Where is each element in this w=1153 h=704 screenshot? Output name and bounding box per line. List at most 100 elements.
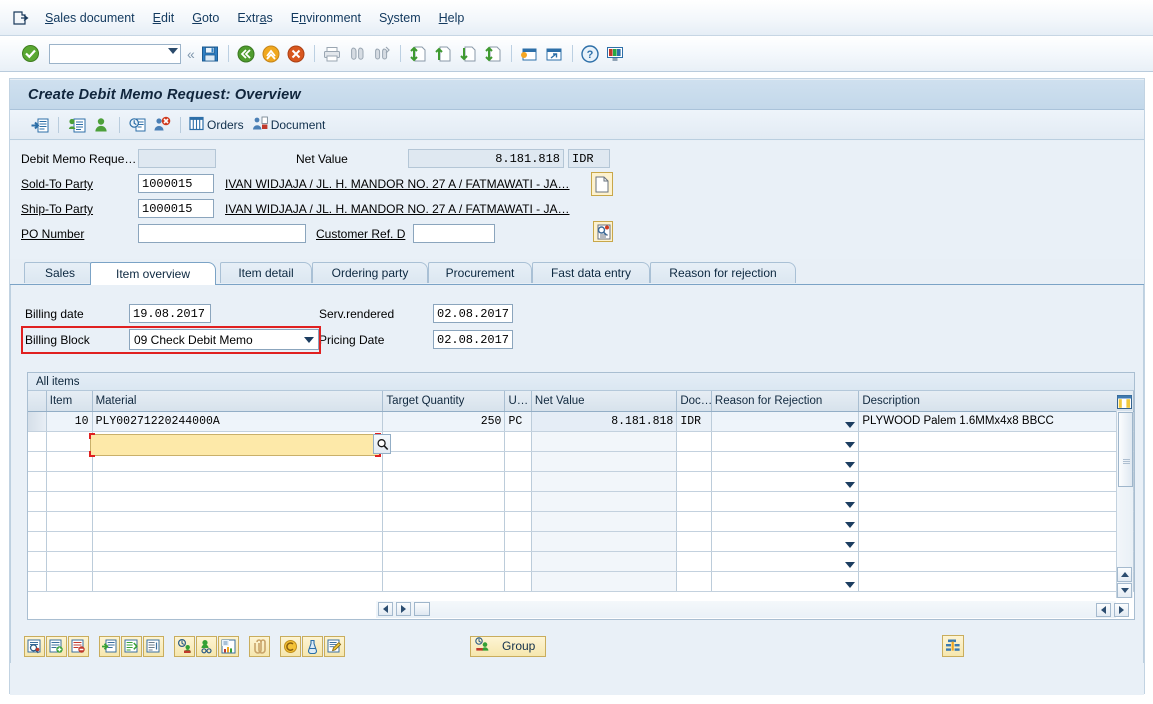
cell-material[interactable]: PLY00271220244000A [92,411,384,432]
billing-date-field[interactable] [129,304,211,323]
partner-icon[interactable] [89,114,113,136]
table-row[interactable] [28,471,1134,492]
cell-unit[interactable]: PC [504,411,532,432]
chevron-down-icon[interactable] [845,461,856,468]
row-selector-cell[interactable] [28,431,47,452]
availability-check-icon[interactable] [174,635,195,657]
row-selector-header[interactable] [28,391,47,412]
copy-document-icon[interactable] [65,114,89,136]
document-flow-icon[interactable] [126,114,150,136]
column-header-description[interactable]: Description [858,391,1134,412]
cell-reason-for-rejection[interactable] [711,411,860,432]
create-shortcut-icon[interactable] [542,42,566,66]
cell-target-quantity[interactable] [382,531,506,552]
grid-page-left-button[interactable] [1096,603,1111,617]
row-selector-cell[interactable] [28,531,47,552]
cell-unit[interactable] [504,531,532,552]
cell-unit[interactable] [504,551,532,572]
cell-item[interactable]: 10 [46,411,93,432]
grid-horizontal-scrollbar-thumb[interactable] [414,602,430,616]
insert-line-icon[interactable] [46,635,67,657]
sold-to-party-field[interactable] [138,174,214,193]
cell-target-quantity[interactable] [382,431,506,452]
tab-sales[interactable]: Sales [24,262,96,283]
cell-description[interactable] [858,511,1134,532]
debit-memo-request-field[interactable] [138,149,216,168]
chevron-down-icon[interactable] [845,481,856,488]
grid-page-right-button[interactable] [1114,603,1129,617]
system-menu-icon[interactable] [6,7,36,29]
analysis-icon[interactable] [302,635,323,657]
cell-item[interactable] [46,451,93,472]
cell-description[interactable] [858,531,1134,552]
tab-ordering-party[interactable]: Ordering party [312,262,428,283]
cell-item[interactable] [46,511,93,532]
help-icon[interactable]: ? [578,42,602,66]
delete-line-icon[interactable] [68,635,89,657]
tab-procurement[interactable]: Procurement [428,262,532,283]
chevron-down-icon[interactable] [845,541,856,548]
grid-scroll-up-button[interactable] [1117,567,1132,582]
customer-ref-label[interactable]: Customer Ref. D [316,227,405,241]
chevron-down-icon[interactable] [304,337,314,343]
previous-page-icon[interactable] [431,42,455,66]
copy-item-icon[interactable] [99,635,120,657]
cell-reason-for-rejection[interactable] [711,431,860,452]
cell-material[interactable] [92,511,384,532]
cell-unit[interactable] [504,571,532,592]
cell-reason-for-rejection[interactable] [711,471,860,492]
chevron-down-icon[interactable] [845,521,856,528]
print-icon[interactable] [320,42,344,66]
cell-target-quantity[interactable] [382,511,506,532]
grid-scroll-right-button[interactable] [396,602,411,616]
column-header-doc[interactable]: Doc… [676,391,712,412]
po-number-label[interactable]: PO Number [21,227,84,241]
command-input[interactable] [50,45,162,62]
material-entry-active-cell[interactable] [89,433,381,457]
edit-notes-icon[interactable] [324,635,345,657]
row-selector-cell[interactable] [28,511,47,532]
chevron-down-icon[interactable] [845,441,856,448]
material-search-help-button[interactable] [373,434,391,454]
table-row[interactable] [28,571,1134,592]
cell-reason-for-rejection[interactable] [711,551,860,572]
tab-item-detail[interactable]: Item detail [220,262,312,283]
cell-item[interactable] [46,571,93,592]
cell-description[interactable] [858,451,1134,472]
chevron-down-icon[interactable] [845,561,856,568]
table-row[interactable]: 10 PLY00271220244000A 250 PC 8.181.818 I… [28,411,1134,432]
next-page-icon[interactable] [456,42,480,66]
cell-reason-for-rejection[interactable] [711,451,860,472]
cell-description[interactable] [858,571,1134,592]
pricing-date-field[interactable] [433,330,513,349]
cell-description[interactable] [858,491,1134,512]
cell-material[interactable] [92,531,384,552]
cell-reason-for-rejection[interactable] [711,531,860,552]
table-row[interactable] [28,511,1134,532]
table-row[interactable] [28,551,1134,572]
customer-ref-field[interactable] [413,224,495,243]
cell-unit[interactable] [504,451,532,472]
cell-unit[interactable] [504,491,532,512]
billing-block-dropdown[interactable]: 09 Check Debit Memo [129,329,319,350]
table-row[interactable] [28,491,1134,512]
menu-item-extras[interactable]: Extras [228,8,281,28]
orders-button[interactable]: Orders [187,114,250,136]
cell-unit[interactable] [504,431,532,452]
column-header-item[interactable]: Item [46,391,93,412]
collapse-chevron-icon[interactable]: « [187,46,195,62]
grid-scroll-down-button[interactable] [1117,583,1132,598]
table-row[interactable] [28,531,1134,552]
row-selector-cell[interactable] [28,471,47,492]
tab-fast-data-entry[interactable]: Fast data entry [532,262,650,283]
column-header-reason-for-rejection[interactable]: Reason for Rejection [711,391,860,412]
menu-item-edit[interactable]: Edit [144,8,184,28]
attachments-icon[interactable] [249,635,270,657]
cell-target-quantity[interactable] [382,451,506,472]
ship-to-party-field[interactable] [138,199,214,218]
cell-material[interactable] [92,571,384,592]
row-selector-cell[interactable] [28,451,47,472]
find-icon[interactable] [345,42,369,66]
cell-material[interactable] [92,551,384,572]
chevron-down-icon[interactable] [845,501,856,508]
